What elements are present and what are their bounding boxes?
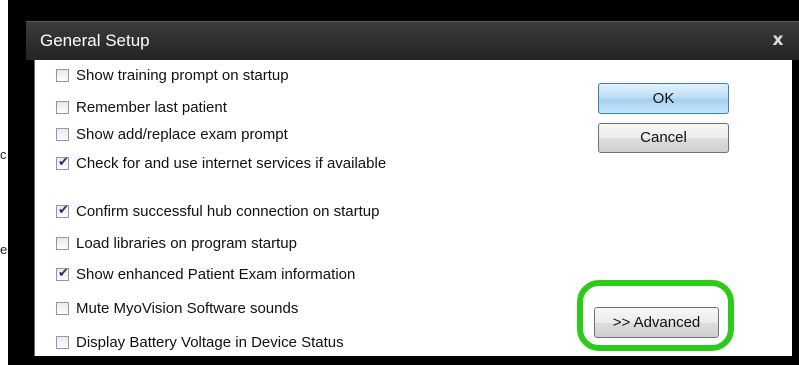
checkbox-checked[interactable]: ✔ — [56, 154, 69, 170]
option-show-training-prompt[interactable]: Show training prompt on startup — [56, 64, 289, 86]
close-icon: x — [772, 30, 784, 50]
checkbox-checked[interactable]: ✔ — [56, 265, 69, 281]
option-label: Mute MyoVision Software sounds — [76, 299, 299, 317]
option-display-battery-voltage[interactable]: Display Battery Voltage in Device Status — [56, 331, 344, 353]
background-text-fragment: e — [0, 242, 8, 257]
option-confirm-hub-connection[interactable]: ✔ Confirm successful hub connection on s… — [56, 200, 380, 222]
checkbox[interactable] — [56, 236, 69, 250]
checkbox[interactable] — [56, 301, 69, 315]
ok-button[interactable]: OK — [598, 83, 729, 114]
option-remember-last-patient[interactable]: Remember last patient — [56, 96, 227, 118]
dialog-client-area: Show training prompt on startup Remember… — [34, 60, 792, 356]
dialog-title: General Setup — [40, 31, 150, 50]
advanced-button[interactable]: >> Advanced — [592, 305, 721, 340]
option-label: Confirm successful hub connection on sta… — [76, 202, 380, 220]
cancel-button[interactable]: Cancel — [598, 123, 729, 153]
option-check-internet-services[interactable]: ✔ Check for and use internet services if… — [56, 152, 386, 174]
option-label: Load libraries on program startup — [76, 234, 297, 252]
checkbox[interactable] — [56, 335, 69, 349]
option-show-enhanced-exam-info[interactable]: ✔ Show enhanced Patient Exam information — [56, 263, 355, 285]
checkbox[interactable] — [56, 68, 69, 82]
checkbox[interactable] — [56, 100, 69, 114]
checkmark-icon: ✔ — [58, 154, 69, 170]
checkbox[interactable] — [56, 127, 69, 141]
background-text-fragment: c — [0, 147, 7, 162]
option-label: Remember last patient — [76, 98, 227, 116]
general-setup-dialog: General Setup x Show training prompt on … — [8, 0, 799, 365]
option-mute-sounds[interactable]: Mute MyoVision Software sounds — [56, 297, 298, 319]
option-load-libraries[interactable]: Load libraries on program startup — [56, 232, 297, 254]
option-show-add-replace-exam-prompt[interactable]: Show add/replace exam prompt — [56, 123, 288, 145]
option-label: Show add/replace exam prompt — [76, 125, 288, 143]
checkmark-icon: ✔ — [58, 265, 69, 281]
option-label: Display Battery Voltage in Device Status — [76, 333, 344, 351]
dialog-titlebar[interactable]: General Setup x — [26, 21, 799, 60]
option-label: Show enhanced Patient Exam information — [76, 265, 356, 283]
close-button[interactable]: x — [767, 29, 789, 51]
option-label: Show training prompt on startup — [76, 66, 289, 84]
option-label: Check for and use internet services if a… — [76, 154, 387, 172]
checkbox-checked[interactable]: ✔ — [56, 202, 69, 218]
checkmark-icon: ✔ — [58, 202, 69, 218]
